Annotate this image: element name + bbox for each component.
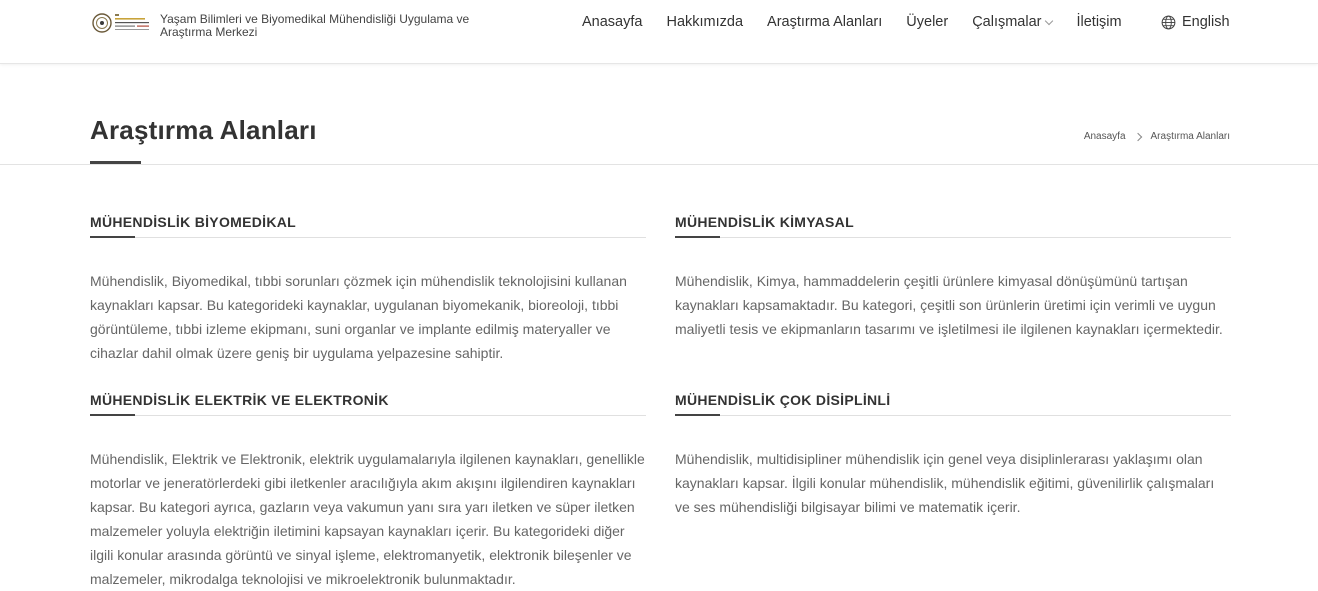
university-logo[interactable]	[90, 10, 152, 36]
research-area-elektrik-elektronik: MÜHENDİSLİK ELEKTRİK VE ELEKTRONİK Mühen…	[90, 392, 646, 591]
area-description: Mühendislik, multidisipliner mühendislik…	[675, 451, 1215, 515]
research-area-biyomedikal: MÜHENDİSLİK BİYOMEDİKAL Mühendislik, Biy…	[90, 214, 646, 365]
chevron-down-icon	[1045, 16, 1054, 25]
breadcrumb: Anasayfa Araştırma Alanları	[1084, 131, 1230, 142]
language-switcher[interactable]: English	[1161, 0, 1230, 44]
area-heading: MÜHENDİSLİK KİMYASAL	[675, 214, 1231, 238]
research-area-kimyasal: MÜHENDİSLİK KİMYASAL Mühendislik, Kimya,…	[675, 214, 1231, 341]
page-title: Araştırma Alanları	[90, 115, 317, 145]
research-area-cok-disiplinli: MÜHENDİSLİK ÇOK DİSİPLİNLİ Mühendislik, …	[675, 392, 1231, 519]
nav-item-calismalar-label: Çalışmalar	[972, 14, 1042, 30]
logo-emblem-icon	[92, 13, 149, 33]
area-description: Mühendislik, Kimya, hammaddelerin çeşitl…	[675, 273, 1223, 337]
language-label: English	[1182, 14, 1230, 30]
organization-name: Yaşam Bilimleri ve Biyomedikal Mühendisl…	[160, 12, 470, 39]
breadcrumb-current: Araştırma Alanları	[1150, 131, 1230, 142]
main-navigation: Anasayfa Hakkımızda Araştırma Alanları Ü…	[570, 0, 1146, 44]
breadcrumb-home-link[interactable]: Anasayfa	[1084, 131, 1126, 142]
globe-icon	[1161, 15, 1176, 29]
nav-item-hakkimizda[interactable]: Hakkımızda	[666, 14, 743, 30]
site-header: Yaşam Bilimleri ve Biyomedikal Mühendisl…	[0, 0, 1318, 64]
nav-item-anasayfa[interactable]: Anasayfa	[582, 14, 642, 30]
chevron-right-icon	[1133, 132, 1142, 141]
nav-item-arastirma-alanlari[interactable]: Araştırma Alanları	[767, 14, 882, 30]
nav-item-iletisim[interactable]: İletişim	[1076, 14, 1121, 30]
area-description: Mühendislik, Biyomedikal, tıbbi sorunlar…	[90, 273, 627, 361]
nav-item-uyeler[interactable]: Üyeler	[906, 14, 948, 30]
area-description: Mühendislik, Elektrik ve Elektronik, ele…	[90, 451, 645, 587]
area-heading: MÜHENDİSLİK ÇOK DİSİPLİNLİ	[675, 392, 1231, 416]
title-underline	[90, 161, 141, 164]
page-title-band: Araştırma Alanları Anasayfa Araştırma Al…	[0, 65, 1318, 165]
area-heading: MÜHENDİSLİK BİYOMEDİKAL	[90, 214, 646, 238]
nav-item-calismalar[interactable]: Çalışmalar	[972, 14, 1054, 30]
area-heading: MÜHENDİSLİK ELEKTRİK VE ELEKTRONİK	[90, 392, 646, 416]
